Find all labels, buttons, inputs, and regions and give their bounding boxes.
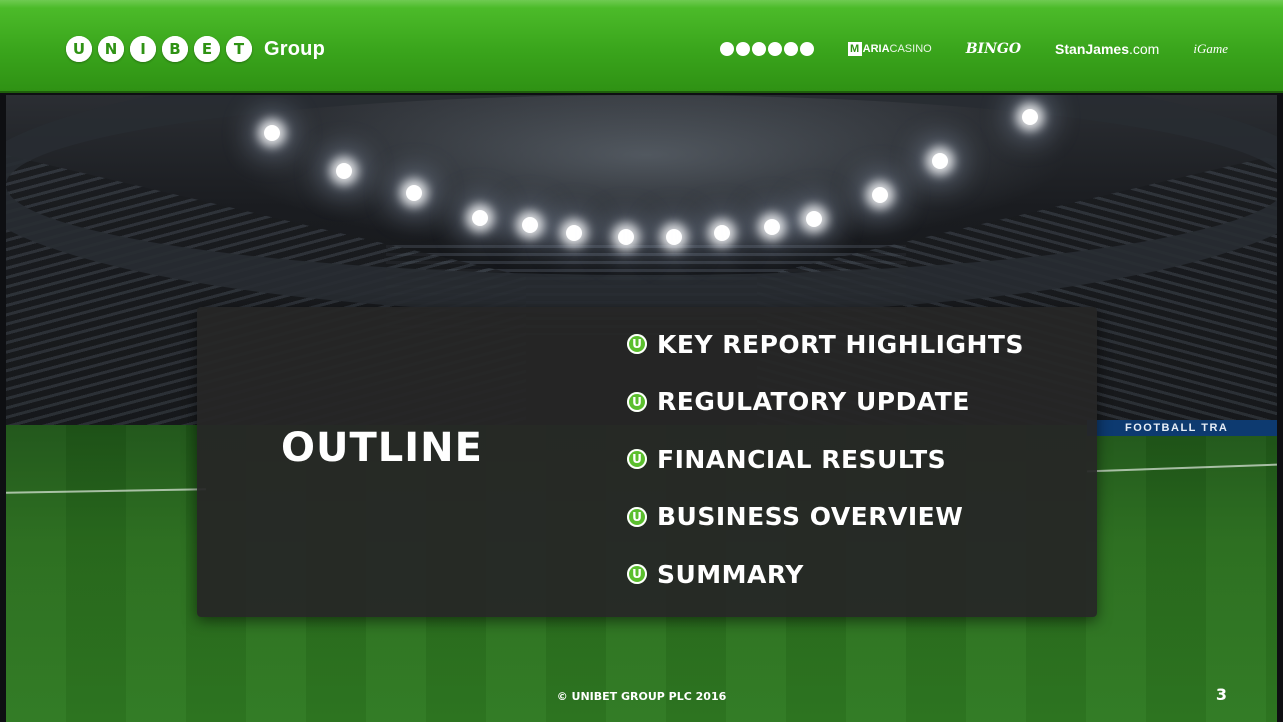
- floodlight-icon: [406, 185, 422, 201]
- brand-letter-t: T: [226, 36, 252, 62]
- floodlight-icon: [618, 229, 634, 245]
- floodlight-icon: [522, 217, 538, 233]
- brand-letter-n: N: [98, 36, 124, 62]
- outline-item: U REGULATORY UPDATE: [627, 387, 1024, 417]
- floodlight-icon: [336, 163, 352, 179]
- unibet-bullet-icon: U: [627, 391, 647, 412]
- outline-item-label: REGULATORY UPDATE: [657, 387, 970, 416]
- outline-item: U KEY REPORT HIGHLIGHTS: [627, 329, 1024, 359]
- brand-letter-e: E: [194, 36, 220, 62]
- outline-item-label: KEY REPORT HIGHLIGHTS: [657, 329, 1024, 359]
- stadium-roof: [6, 95, 1277, 315]
- outline-item: U BUSINESS OVERVIEW: [627, 502, 1024, 532]
- floodlight-icon: [566, 225, 582, 241]
- mariacasino-box: M: [847, 42, 862, 56]
- unibet-bullet-icon: U: [627, 334, 647, 354]
- outline-panel: OUTLINE U KEY REPORT HIGHLIGHTS U REGULA…: [197, 307, 1097, 617]
- outline-item: U FINANCIAL RESULTS: [627, 444, 1024, 474]
- header-bar: U N I B E T Group M ARIA CASINO BINGO St…: [0, 0, 1283, 93]
- brand-letter-b: B: [162, 36, 188, 62]
- brand-letter-u: U: [66, 36, 92, 62]
- igame-logo: iGame: [1193, 41, 1228, 56]
- floodlight-icon: [806, 211, 822, 227]
- slide: U N I B E T Group M ARIA CASINO BINGO St…: [0, 0, 1283, 722]
- floodlight-icon: [264, 125, 280, 141]
- floodlight-icon: [932, 153, 948, 169]
- stanjames-logo: StanJames.com: [1055, 41, 1159, 57]
- unibet-group-logo: U N I B E T Group: [66, 33, 325, 65]
- brand-letter-i: I: [130, 36, 156, 62]
- floodlight-icon: [666, 229, 682, 245]
- floodlight-icon: [472, 210, 488, 226]
- outline-item-label: BUSINESS OVERVIEW: [657, 502, 964, 531]
- partner-logos: M ARIA CASINO BINGO StanJames.com iGame: [719, 37, 1228, 61]
- unibet-bullet-icon: U: [627, 449, 647, 469]
- copyright-text: © UNIBET GROUP PLC 2016: [556, 690, 727, 703]
- outline-item-label: SUMMARY: [657, 559, 804, 589]
- outline-item: U SUMMARY: [627, 559, 1024, 589]
- floodlight-icon: [714, 225, 730, 241]
- floodlight-icon: [764, 219, 780, 235]
- floodlight-icon: [1022, 109, 1038, 125]
- mariacasino-logo: M ARIA CASINO: [847, 42, 932, 56]
- mariacasino-rest: CASINO: [889, 43, 932, 55]
- stanjames-rest: .com: [1128, 41, 1160, 57]
- floodlight-icon: [872, 187, 888, 203]
- unibet-bullet-icon: U: [627, 506, 647, 527]
- stanjames-bold: StanJames: [1055, 41, 1129, 57]
- page-number: 3: [1215, 685, 1227, 704]
- bingo-logo: BINGO: [965, 41, 1022, 57]
- unibet-partner-logo: [719, 42, 814, 56]
- ad-board: FOOTBALL TRA: [1087, 420, 1277, 436]
- outline-item-label: FINANCIAL RESULTS: [657, 444, 947, 474]
- brand-group-text: Group: [264, 37, 325, 60]
- unibet-bullet-icon: U: [627, 564, 647, 584]
- mariacasino-bold: ARIA: [862, 43, 890, 55]
- outline-title: OUTLINE: [281, 425, 483, 471]
- outline-list: U KEY REPORT HIGHLIGHTS U REGULATORY UPD…: [627, 329, 1024, 617]
